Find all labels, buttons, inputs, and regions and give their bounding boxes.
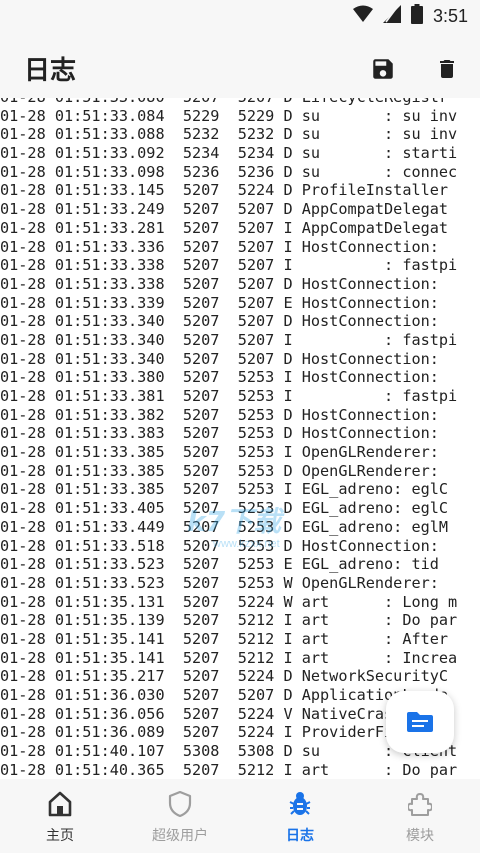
nav-item-home[interactable]: 主页 (0, 779, 120, 853)
log-line: 01-28 01:51:33.336 5207 5207 I HostConne… (0, 237, 439, 256)
log-line: 01-28 01:51:33.145 5207 5224 D ProfileIn… (0, 181, 449, 200)
log-line: 01-28 01:51:33.339 5207 5207 E HostConne… (0, 293, 439, 312)
log-line: 01-28 01:51:33.382 5207 5253 D HostConne… (0, 405, 439, 424)
log-line: 01-28 01:51:33.385 5207 5253 D OpenGLRen… (0, 461, 439, 480)
nav-item-superuser[interactable]: 超级用户 (120, 779, 240, 853)
log-line: 01-28 01:51:35.141 5207 5212 I art : Inc… (0, 648, 458, 667)
log-line: 01-28 01:51:33.381 5207 5253 I : fastpi (0, 387, 458, 405)
log-line: 01-28 01:51:33.383 5207 5253 D HostConne… (0, 424, 439, 443)
log-line: 01-28 01:51:33.340 5207 5207 D HostConne… (0, 312, 439, 331)
log-line: 01-28 01:51:33.380 5207 5253 I HostConne… (0, 368, 439, 387)
log-line: 01-28 01:51:33.338 5207 5207 D HostConne… (0, 274, 439, 293)
app-bar: 日志 (0, 32, 480, 104)
log-line: 01-28 01:51:33.385 5207 5253 I EGL_adren… (0, 480, 449, 499)
home-icon (48, 791, 72, 817)
watermark-logo: k7下载 (187, 505, 282, 538)
bottom-nav: 主页 超级用户 日志 模块 (0, 779, 480, 853)
page-title: 日志 (24, 56, 77, 86)
log-line: 01-28 01:51:33.338 5207 5207 I : fastpi (0, 256, 458, 275)
save-icon (373, 59, 393, 79)
status-time: 3:51 (432, 5, 468, 26)
log-line: 01-28 01:51:40.365 5207 5212 I art : Do … (0, 760, 458, 779)
nav-item-modules[interactable]: 模块 (360, 779, 480, 853)
puzzle-icon (408, 793, 432, 816)
log-list[interactable]: 01-28 01:51:33.080 5207 5207 D Lifecycle… (0, 98, 480, 779)
save-log-button[interactable] (368, 54, 398, 84)
battery-icon (410, 4, 423, 28)
signal-icon (382, 5, 401, 27)
status-bar: 3:51 (0, 0, 480, 32)
log-line: 01-28 01:51:33.080 5207 5207 D Lifecycle… (0, 98, 457, 107)
delete-log-button[interactable] (432, 54, 462, 84)
log-line: 01-28 01:51:33.249 5207 5207 D AppCompat… (0, 200, 449, 219)
document-icon (407, 712, 433, 732)
log-line: 01-28 01:51:33.340 5207 5207 D HostConne… (0, 349, 439, 368)
nav-label-modules: 模块 (406, 828, 434, 844)
log-line: 01-28 01:51:35.139 5207 5212 I art : Do … (0, 611, 458, 630)
log-line: 01-28 01:51:33.523 5207 5253 W OpenGLRen… (0, 573, 439, 592)
log-line: 01-28 01:51:35.141 5207 5212 I art : Aft… (0, 629, 449, 648)
fab-button[interactable] (386, 691, 454, 753)
delete-icon (440, 60, 454, 78)
nav-item-logs[interactable]: 日志 (240, 779, 360, 853)
log-line: 01-28 01:51:33.088 5232 5232 D su : su i… (0, 125, 458, 144)
log-line: 01-28 01:51:35.131 5207 5224 W art : Lon… (0, 592, 458, 611)
shield-icon (168, 791, 192, 817)
log-line: 01-28 01:51:35.217 5207 5224 D NetworkSe… (0, 667, 449, 686)
log-line: 01-28 01:51:33.092 5234 5234 D su : star… (0, 144, 458, 163)
nav-label-superuser: 超级用户 (152, 828, 208, 844)
nav-label-logs: 日志 (286, 828, 314, 844)
log-line: 01-28 01:51:33.084 5229 5229 D su : su i… (0, 106, 458, 125)
log-line: 01-28 01:51:33.340 5207 5207 I : fastpi (0, 330, 458, 349)
status-icons: 3:51 (352, 4, 468, 28)
log-lines: 01-28 01:51:33.080 5207 5207 D Lifecycle… (0, 98, 457, 779)
nav-label-home: 主页 (46, 828, 74, 844)
log-line: 01-28 01:51:33.385 5207 5253 I OpenGLRen… (0, 443, 439, 462)
bug-icon (289, 792, 311, 815)
watermark: k7下载 www.kzxx.net (183, 498, 303, 558)
watermark-url: www.kzxx.net (213, 538, 280, 550)
log-line: 01-28 01:51:33.281 5207 5207 I AppCompat… (0, 218, 449, 237)
log-line: 01-28 01:51:33.098 5236 5236 D su : conn… (0, 162, 458, 181)
wifi-icon (352, 5, 373, 27)
